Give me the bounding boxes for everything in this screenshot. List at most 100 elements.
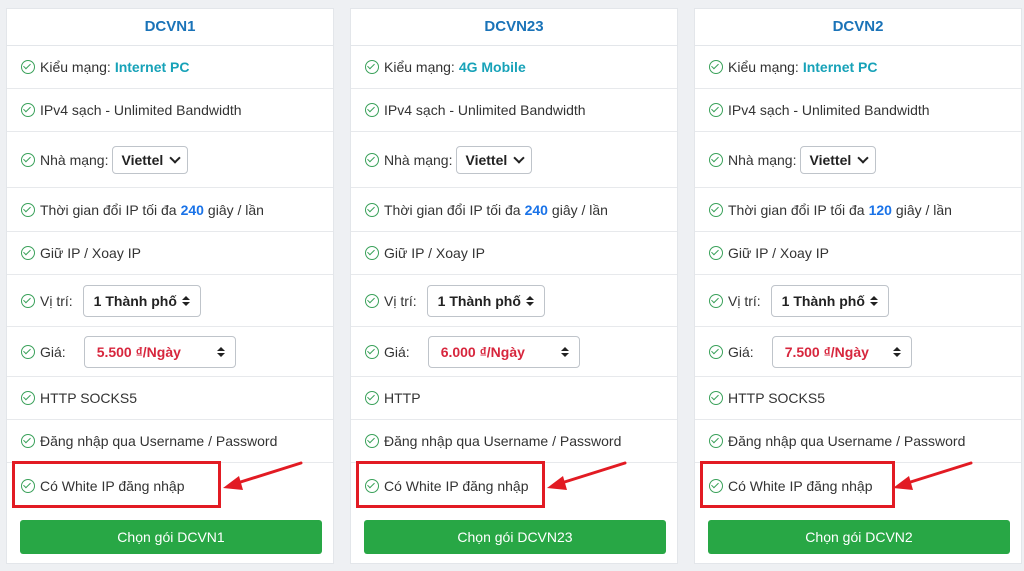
check-circle-icon <box>709 246 723 260</box>
price-label: Giá: <box>728 343 754 360</box>
plan-title: DCVN23 <box>351 9 677 46</box>
location-label: Vị trí: <box>728 292 761 309</box>
chevron-down-icon <box>169 151 182 164</box>
check-circle-icon <box>709 293 723 308</box>
check-circle-icon <box>709 60 723 74</box>
location-select[interactable]: 1 Thành phố <box>770 284 889 317</box>
rotate-prefix: Thời gian đổi IP tối đa <box>384 201 521 218</box>
location-select-value: 1 Thành phố <box>781 292 865 309</box>
price-select-value: 6.000 ₫/Ngày <box>440 343 525 360</box>
rotate-suffix: giây / lần <box>551 201 608 218</box>
highlight-box <box>700 461 895 508</box>
price-label: Giá: <box>40 343 66 360</box>
price-select-value: 7.500 ₫/Ngày <box>784 343 869 360</box>
highlight-box <box>356 461 545 508</box>
check-circle-icon <box>21 152 35 167</box>
rotate-prefix: Thời gian đổi IP tối đa <box>728 201 865 218</box>
rotate-time-row: Thời gian đổi IP tối đa 240 giây / lần <box>7 188 333 232</box>
check-circle-icon <box>709 344 723 359</box>
login-text: Đăng nhập qua Username / Password <box>728 433 966 449</box>
spinner-arrows-icon <box>525 295 534 306</box>
protocols-text: HTTP SOCKS5 <box>40 390 137 406</box>
spinner-arrows-icon <box>181 295 190 306</box>
isp-select[interactable]: Viettel <box>800 145 877 174</box>
check-circle-icon <box>21 202 35 217</box>
chevron-down-icon <box>857 151 870 164</box>
isp-select-value: Viettel <box>121 151 164 168</box>
rotate-seconds: 240 <box>524 201 548 218</box>
price-row: Giá: 6.000 ₫/Ngày <box>351 327 677 377</box>
check-circle-icon <box>709 434 723 448</box>
isp-select[interactable]: Viettel <box>112 145 189 174</box>
network-type-row: Kiểu mạng: Internet PC <box>7 46 333 89</box>
check-circle-icon <box>21 344 35 359</box>
ipv4-row: IPv4 sạch - Unlimited Bandwidth <box>695 89 1021 132</box>
isp-row: Nhà mạng: Viettel <box>695 132 1021 188</box>
check-circle-icon <box>21 60 35 74</box>
price-select[interactable]: 6.000 ₫/Ngày <box>427 335 580 368</box>
location-row: Vị trí: 1 Thành phố <box>7 275 333 327</box>
select-plan-button[interactable]: Chọn gói DCVN2 <box>708 520 1010 554</box>
red-arrow-annotation <box>223 461 303 490</box>
login-text: Đăng nhập qua Username / Password <box>384 433 622 449</box>
check-circle-icon <box>21 434 35 448</box>
isp-select[interactable]: Viettel <box>456 145 533 174</box>
check-circle-icon <box>709 202 723 217</box>
check-circle-icon <box>365 344 379 359</box>
network-type-label: Kiểu mạng: <box>40 59 111 75</box>
isp-select-value: Viettel <box>809 151 852 168</box>
protocols-row: HTTP SOCKS5 <box>695 377 1021 420</box>
isp-label: Nhà mạng: <box>384 151 453 168</box>
check-circle-icon <box>709 391 723 405</box>
location-select[interactable]: 1 Thành phố <box>82 284 201 317</box>
protocols-row: HTTP SOCKS5 <box>7 377 333 420</box>
location-label: Vị trí: <box>40 292 73 309</box>
ipv4-row: IPv4 sạch - Unlimited Bandwidth <box>7 89 333 132</box>
keep-ip-text: Giữ IP / Xoay IP <box>728 245 829 261</box>
rotate-suffix: giây / lần <box>895 201 952 218</box>
spinner-arrows-icon <box>560 346 569 357</box>
price-row: Giá: 5.500 ₫/Ngày <box>7 327 333 377</box>
check-circle-icon <box>365 202 379 217</box>
network-type-row: Kiểu mạng: Internet PC <box>695 46 1021 89</box>
select-plan-button[interactable]: Chọn gói DCVN23 <box>364 520 666 554</box>
rotate-seconds: 240 <box>180 201 204 218</box>
price-select[interactable]: 5.500 ₫/Ngày <box>83 335 236 368</box>
location-select-value: 1 Thành phố <box>93 292 177 309</box>
keep-ip-row: Giữ IP / Xoay IP <box>351 232 677 275</box>
network-type-row: Kiểu mạng: 4G Mobile <box>351 46 677 89</box>
network-type-label: Kiểu mạng: <box>384 59 455 75</box>
isp-row: Nhà mạng: Viettel <box>351 132 677 188</box>
network-type-value: Internet PC <box>802 59 878 75</box>
keep-ip-text: Giữ IP / Xoay IP <box>384 245 485 261</box>
isp-select-value: Viettel <box>465 151 508 168</box>
keep-ip-row: Giữ IP / Xoay IP <box>695 232 1021 275</box>
location-select[interactable]: 1 Thành phố <box>426 284 545 317</box>
plan-title: DCVN2 <box>695 9 1021 46</box>
select-plan-button[interactable]: Chọn gói DCVN1 <box>20 520 322 554</box>
plan-title: DCVN1 <box>7 9 333 46</box>
keep-ip-row: Giữ IP / Xoay IP <box>7 232 333 275</box>
network-type-label: Kiểu mạng: <box>728 59 799 75</box>
check-circle-icon <box>365 103 379 117</box>
location-row: Vị trí: 1 Thành phố <box>695 275 1021 327</box>
red-arrow-annotation <box>893 461 973 490</box>
network-type-value: Internet PC <box>114 59 190 75</box>
keep-ip-text: Giữ IP / Xoay IP <box>40 245 141 261</box>
spinner-arrows-icon <box>869 295 878 306</box>
rotate-suffix: giây / lần <box>207 201 264 218</box>
rotate-seconds: 120 <box>868 201 892 218</box>
highlight-box <box>12 461 221 508</box>
protocols-row: HTTP <box>351 377 677 420</box>
location-row: Vị trí: 1 Thành phố <box>351 275 677 327</box>
isp-label: Nhà mạng: <box>40 151 109 168</box>
spinner-arrows-icon <box>892 346 901 357</box>
price-select[interactable]: 7.500 ₫/Ngày <box>771 335 912 368</box>
price-label: Giá: <box>384 343 410 360</box>
check-circle-icon <box>365 434 379 448</box>
rotate-time-row: Thời gian đổi IP tối đa 240 giây / lần <box>351 188 677 232</box>
check-circle-icon <box>365 60 379 74</box>
price-select-value: 5.500 ₫/Ngày <box>96 343 181 360</box>
check-circle-icon <box>365 391 379 405</box>
check-circle-icon <box>709 103 723 117</box>
